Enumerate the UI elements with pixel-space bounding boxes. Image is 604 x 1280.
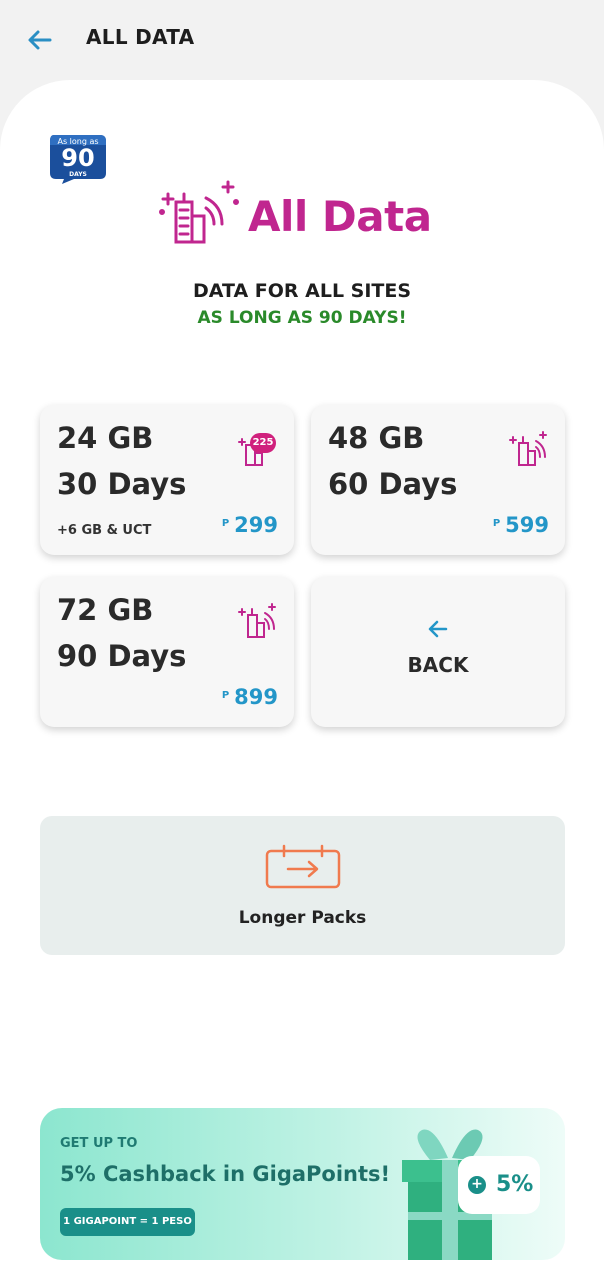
cashback-percent-badge: + 5% bbox=[458, 1156, 540, 1214]
back-card[interactable]: BACK bbox=[311, 577, 565, 727]
pack-price: P 299 bbox=[222, 513, 278, 537]
promo-title: 5% Cashback in GigaPoints! bbox=[60, 1162, 391, 1186]
pack-data: 24 GB bbox=[57, 421, 154, 455]
cashback-percent: 5% bbox=[496, 1172, 534, 1197]
back-arrow-icon[interactable] bbox=[26, 26, 54, 54]
price-value: 599 bbox=[505, 513, 549, 537]
promo-kicker: GET UP TO bbox=[60, 1136, 138, 1151]
pack-price: P 899 bbox=[222, 685, 278, 709]
city-signal-icon bbox=[159, 180, 239, 244]
pack-card-48gb[interactable]: 48 GB 60 Days P 599 bbox=[311, 405, 565, 555]
city-signal-icon bbox=[238, 603, 276, 638]
currency-symbol: P bbox=[492, 518, 501, 529]
calendar-arrow-icon bbox=[265, 844, 341, 889]
intro-headline: DATA FOR ALL SITES bbox=[192, 280, 412, 302]
pack-card-72gb[interactable]: 72 GB 90 Days P 899 bbox=[40, 577, 294, 727]
back-card-label: BACK bbox=[407, 653, 469, 677]
pack-extra: +6 GB & UCT bbox=[57, 523, 152, 538]
longer-packs-label: Longer Packs bbox=[238, 908, 367, 928]
pack-validity: 90 Days bbox=[57, 639, 187, 673]
top-bar: ALL DATA bbox=[0, 0, 604, 80]
currency-symbol: P bbox=[221, 518, 230, 529]
brand-logo: All Data bbox=[158, 180, 458, 250]
pack-card-24gb[interactable]: 24 GB 30 Days +6 GB & UCT 225 P 299 bbox=[40, 405, 294, 555]
bonus-badge: 225 bbox=[250, 433, 276, 453]
pack-data: 72 GB bbox=[57, 593, 154, 627]
ninety-days-badge: As long as 90 DAYS bbox=[48, 133, 108, 185]
pack-price: P 599 bbox=[493, 513, 549, 537]
price-value: 899 bbox=[234, 685, 278, 709]
cashback-promo-banner[interactable]: GET UP TO 5% Cashback in GigaPoints! 1 G… bbox=[40, 1108, 565, 1260]
city-signal-icon bbox=[509, 431, 547, 466]
longer-packs-button[interactable]: Longer Packs bbox=[40, 816, 565, 955]
badge-days-text: DAYS bbox=[69, 171, 87, 178]
gigapoint-rate-pill: 1 GIGAPOINT = 1 PESO bbox=[60, 1208, 195, 1236]
pack-validity: 30 Days bbox=[57, 467, 187, 501]
pack-data: 48 GB bbox=[328, 421, 425, 455]
price-value: 299 bbox=[234, 513, 278, 537]
currency-symbol: P bbox=[221, 690, 230, 701]
pack-validity: 60 Days bbox=[328, 467, 458, 501]
intro-subline: AS LONG AS 90 DAYS! bbox=[197, 308, 407, 328]
badge-number: 90 bbox=[61, 144, 95, 172]
plus-icon: + bbox=[468, 1176, 486, 1194]
back-arrow-icon bbox=[428, 620, 448, 638]
page-title: ALL DATA bbox=[86, 25, 195, 49]
brand-name: All Data bbox=[248, 192, 432, 241]
